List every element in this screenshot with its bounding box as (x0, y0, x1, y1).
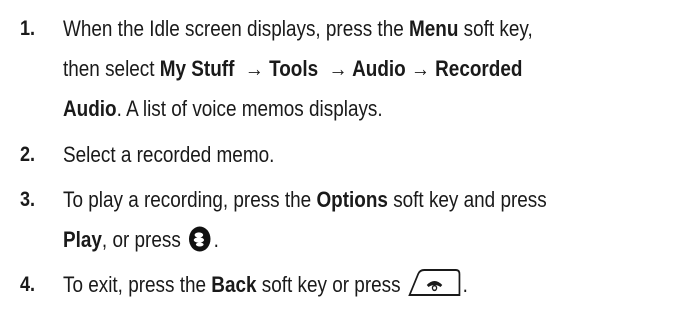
step-text: When the Idle screen displays, press the… (63, 9, 613, 129)
instruction-list: 1. When the Idle screen displays, press … (0, 0, 678, 321)
step-text: To exit, press the Back soft key or pres… (63, 265, 613, 305)
step-line: To play a recording, press the Options s… (63, 180, 613, 220)
step-text: To play a recording, press the Options s… (63, 180, 613, 260)
step-line: Play, or press . (63, 220, 613, 260)
text-run: . (462, 272, 468, 297)
text-run: then select (63, 56, 160, 81)
center-select-key-icon (186, 225, 214, 266)
options-key-label: Options (316, 187, 388, 212)
play-option-label: Play (63, 227, 102, 252)
menu-path-end: Audio (63, 96, 117, 121)
step-line: Audio. A list of voice memos displays. (63, 89, 613, 129)
text-run: soft key or press (256, 272, 406, 297)
text-run: . (213, 227, 219, 252)
step-line: To exit, press the Back soft key or pres… (63, 265, 613, 305)
step-line: then select My Stuff → Tools → Audio → R… (63, 49, 613, 89)
text-run: When the Idle screen displays, press the (63, 16, 410, 41)
step-number: 4. (20, 273, 36, 296)
step-line: When the Idle screen displays, press the… (63, 9, 613, 49)
end-key-icon (406, 268, 463, 311)
step-number: 2. (20, 143, 36, 166)
menu-key-label: Menu (409, 16, 459, 41)
back-key-label: Back (211, 272, 257, 297)
text-run: To exit, press the (63, 272, 212, 297)
step-text: Select a recorded memo. (63, 135, 613, 175)
text-run: , or press (101, 227, 187, 252)
menu-path: My Stuff → Tools → Audio → Recorded (159, 56, 523, 81)
text-run: soft key and press (387, 187, 547, 212)
text-run: To play a recording, press the (63, 187, 317, 212)
text-run: soft key, (458, 16, 533, 41)
step-number: 1. (20, 17, 36, 40)
step-line: Select a recorded memo. (63, 142, 275, 167)
step-number: 3. (20, 188, 36, 211)
text-run: . A list of voice memos displays. (116, 96, 383, 121)
